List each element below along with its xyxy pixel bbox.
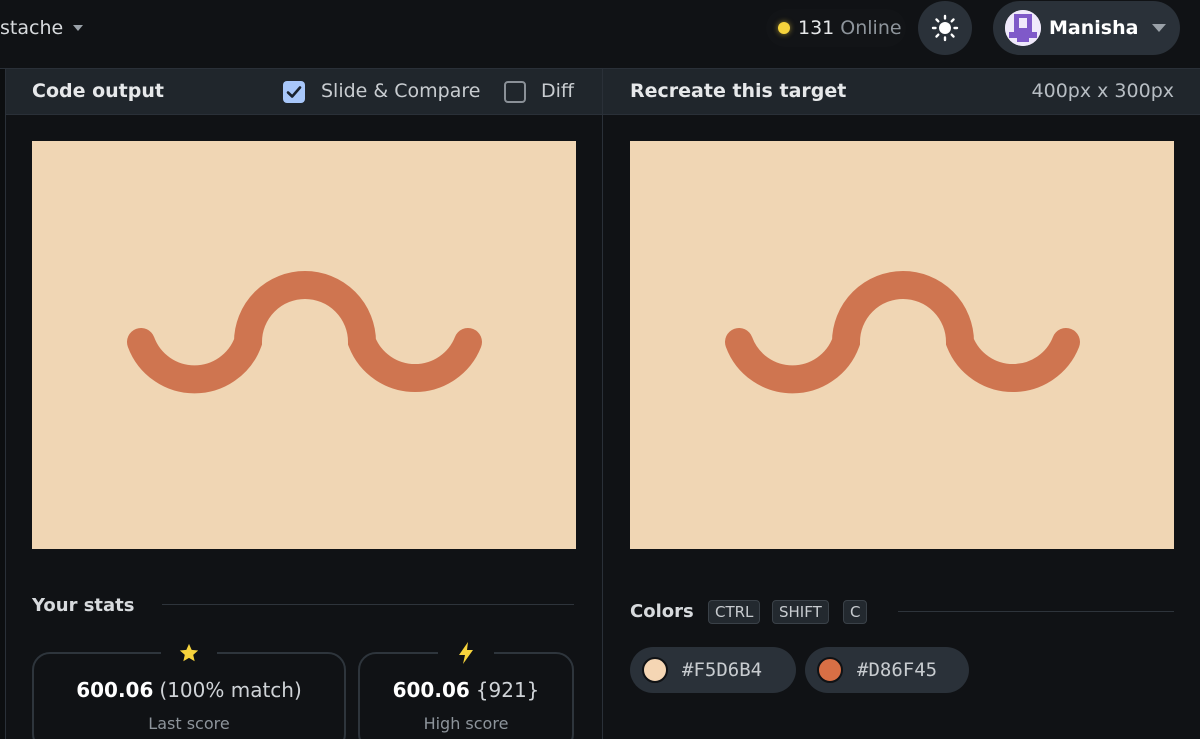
last-score-card: 600.06 (100% match) Last score [32,638,346,739]
last-score-value: 600.06 [76,678,154,702]
panel-divider[interactable] [602,69,603,739]
color-swatch [642,657,668,683]
diff-checkbox[interactable] [504,81,526,103]
user-menu-button[interactable]: Manisha [993,1,1180,55]
high-score-rank: {921} [475,678,540,702]
color-hex: #D86F45 [857,659,938,681]
last-score-match: (100% match) [159,678,302,702]
check-icon [286,86,302,98]
target-canvas [630,141,1174,549]
challenge-name: stache [0,17,64,39]
chevron-down-icon [1152,24,1166,32]
sun-icon [931,14,959,42]
stats-divider [162,604,574,605]
online-count: 131 [798,17,835,39]
color-hex: #F5D6B4 [682,659,763,681]
colors-title: Colors [630,601,694,622]
top-bar: stache 131 Online Manisha [0,0,1200,69]
star-icon [179,643,199,662]
user-name: Manisha [1049,17,1139,39]
high-score-label: High score [423,714,509,733]
shortcut-key-shift: SHIFT [772,600,829,624]
slide-compare-checkbox[interactable] [283,81,305,103]
theme-toggle-button[interactable] [918,1,972,55]
target-mustache-shape [725,271,1080,394]
target-header: Recreate this target 400px x 300px [603,69,1200,115]
target-dimensions: 400px x 300px [1031,80,1174,102]
code-output-title: Code output [32,80,164,102]
slide-compare-label[interactable]: Slide & Compare [321,80,480,102]
online-indicator: 131 Online [766,9,906,47]
high-score-value: 600.06 [392,678,470,702]
code-output-header: Code output Slide & Compare Diff [6,69,602,115]
lightning-icon [459,642,473,664]
color-swatch-button[interactable]: #D86F45 [805,647,969,693]
colors-divider [898,611,1174,612]
target-title: Recreate this target [630,80,847,102]
high-score-card: 600.06 {921} High score [358,638,574,739]
last-score-label: Last score [148,714,230,733]
diff-label[interactable]: Diff [541,80,574,102]
shortcut-key-c: C [843,600,868,624]
online-label: Online [840,17,902,39]
challenge-selector[interactable]: stache [0,15,84,41]
shortcut-key-ctrl: CTRL [708,600,761,624]
online-dot-icon [778,22,790,34]
side-strip [0,69,6,739]
avatar [1005,10,1041,46]
color-swatch-button[interactable]: #F5D6B4 [630,647,796,693]
output-mustache-shape [127,271,482,394]
chevron-down-icon [73,25,84,31]
stats-title: Your stats [32,595,135,616]
code-output-canvas[interactable] [32,141,576,549]
color-swatch [817,657,843,683]
